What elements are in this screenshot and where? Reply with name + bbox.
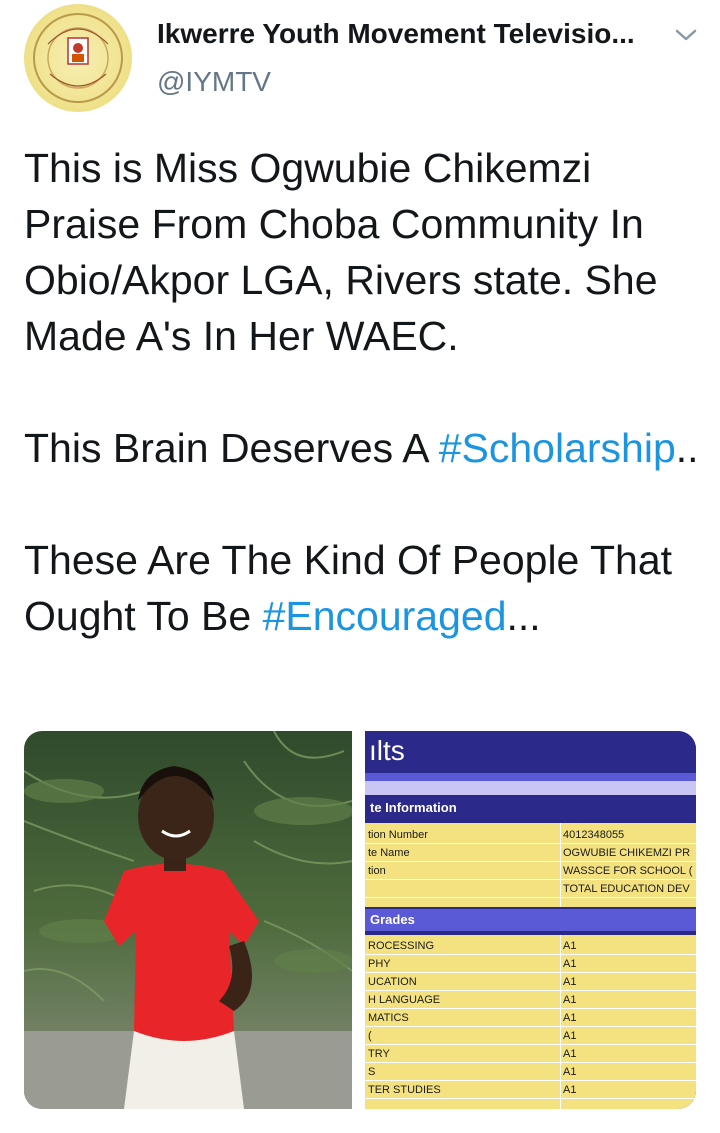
grade-row: TER STUDIES A1 <box>365 1081 696 1099</box>
result-card-title: ılts <box>365 731 696 773</box>
hashtag-encouraged[interactable]: #Encouraged <box>263 593 507 639</box>
grade-row: H LANGUAGE A1 <box>365 991 696 1009</box>
tweet-photo[interactable] <box>24 731 352 1109</box>
result-card-band <box>365 781 696 795</box>
hashtag-scholarship[interactable]: #Scholarship <box>439 425 676 471</box>
grade-row: MATICS A1 <box>365 1009 696 1027</box>
tweet-paragraph-2-suffix: .. <box>675 425 699 471</box>
candidate-row: te Name OGWUBIE CHIKEMZI PR <box>365 844 696 862</box>
chevron-down-icon[interactable] <box>672 24 700 46</box>
candidate-row: tion WASSCE FOR SCHOOL ( <box>365 862 696 880</box>
grade-row: S A1 <box>365 1063 696 1081</box>
grade-row: TRY A1 <box>365 1045 696 1063</box>
candidate-section-header: te Information <box>365 797 696 819</box>
grade-row: PHY A1 <box>365 955 696 973</box>
grades-section-header: Grades <box>365 909 696 931</box>
tweet-paragraph-3-suffix: ... <box>506 593 541 639</box>
organization-logo-icon <box>33 13 123 103</box>
grades-table: ROCESSING A1 PHY A1 UCATION A1 H LANGUAG… <box>365 935 696 1109</box>
tweet-text: This is Miss Ogwubie Chikemzi Praise Fro… <box>24 140 704 644</box>
candidate-info-table: tion Number 4012348055 te Name OGWUBIE C… <box>365 823 696 907</box>
grade-row: ( A1 <box>365 1027 696 1045</box>
grade-row: ROCESSING A1 <box>365 937 696 955</box>
result-card-image[interactable]: ılts te Information tion Number 40123480… <box>365 731 696 1109</box>
tweet-header: Ikwerre Youth Movement Televisio... @IYM… <box>0 0 720 120</box>
avatar[interactable] <box>24 4 132 112</box>
tweet-paragraph-2-prefix: This Brain Deserves A <box>24 425 439 471</box>
display-name[interactable]: Ikwerre Youth Movement Televisio... <box>157 18 657 50</box>
portrait-photo <box>24 731 352 1109</box>
user-handle[interactable]: @IYMTV <box>157 66 271 98</box>
grade-row: UCATION A1 <box>365 973 696 991</box>
candidate-row: TOTAL EDUCATION DEV <box>365 880 696 898</box>
tweet-paragraph-1: This is Miss Ogwubie Chikemzi Praise Fro… <box>24 145 669 359</box>
candidate-row: tion Number 4012348055 <box>365 826 696 844</box>
result-card-stripe <box>365 773 696 781</box>
